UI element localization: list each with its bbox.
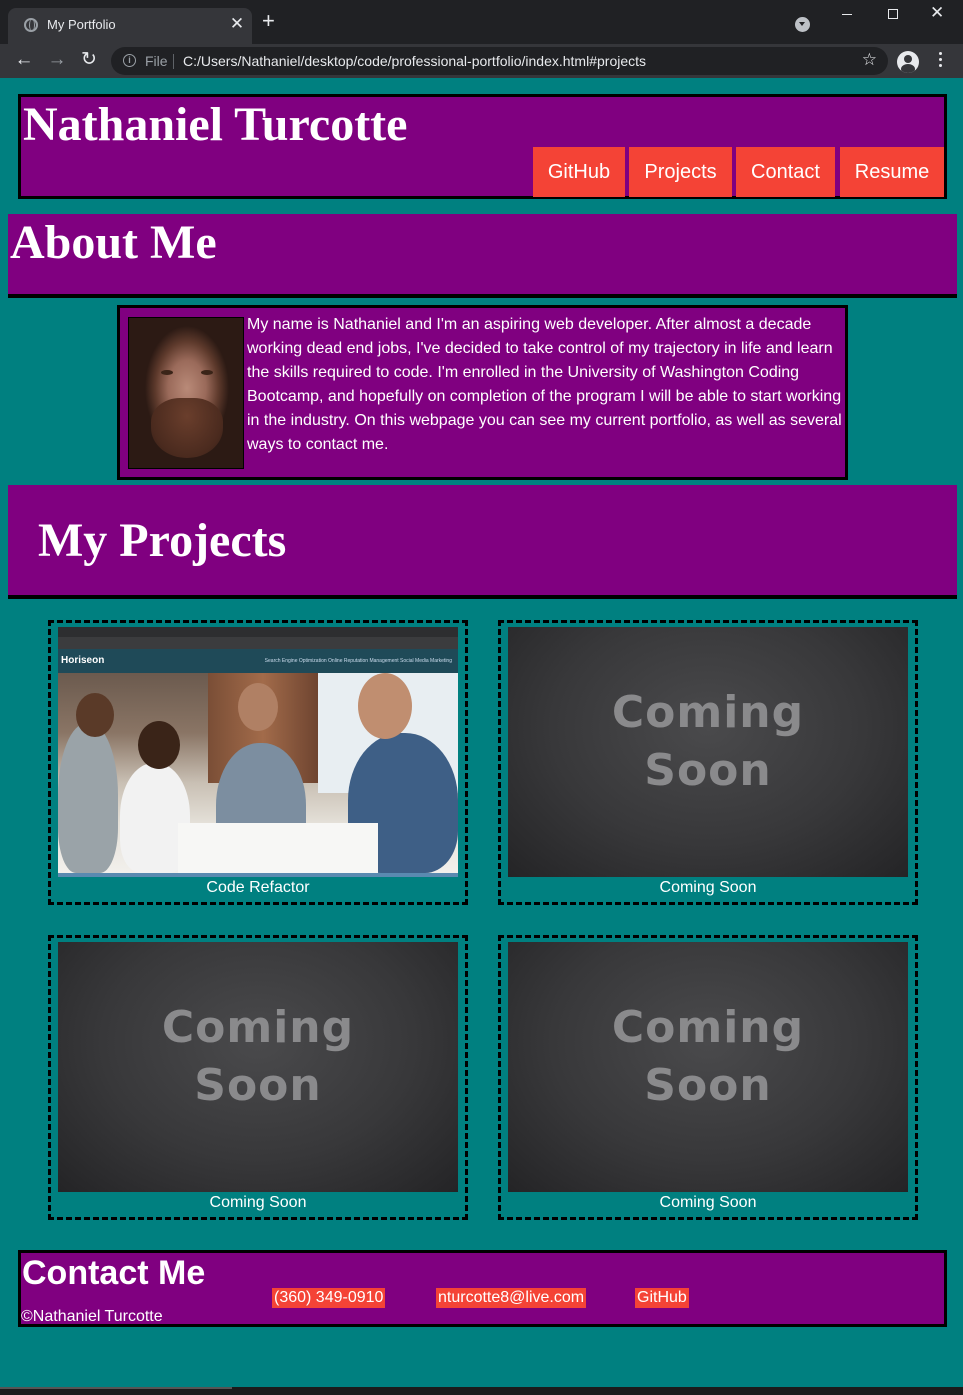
project-caption[interactable]: Code Refactor xyxy=(51,878,465,898)
about-heading: About Me xyxy=(10,216,217,269)
chalk-text: Soon xyxy=(644,745,772,796)
profile-photo xyxy=(128,317,244,469)
screenshot-detail xyxy=(178,823,378,873)
footer-github-link[interactable]: GitHub xyxy=(635,1288,689,1308)
browser-toolbar: ← → ↻ i File C:/Users/Nathaniel/desktop/… xyxy=(0,44,963,78)
project-caption[interactable]: Coming Soon xyxy=(501,1193,915,1213)
email-link[interactable]: nturcotte8@live.com xyxy=(436,1288,587,1308)
project-card[interactable]: Horiseon Search Engine Optimization Onli… xyxy=(48,620,468,905)
project-caption[interactable]: Coming Soon xyxy=(51,1193,465,1213)
about-card: My name is Nathaniel and I'm an aspiring… xyxy=(117,305,848,480)
chalk-text: Soon xyxy=(644,1060,772,1111)
screenshot-navbar: Horiseon Search Engine Optimization Onli… xyxy=(58,649,458,673)
profile-avatar-icon[interactable] xyxy=(897,51,919,73)
project-caption[interactable]: Coming Soon xyxy=(501,878,915,898)
scheme-label: File xyxy=(145,53,168,69)
url-text[interactable]: C:/Users/Nathaniel/desktop/code/professi… xyxy=(183,53,646,69)
reload-icon[interactable]: ↻ xyxy=(77,48,101,72)
project-card[interactable]: Coming Soon Coming Soon xyxy=(48,935,468,1220)
photo-detail xyxy=(161,370,173,375)
screenshot-detail xyxy=(138,721,180,769)
chalk-text: Coming xyxy=(161,1002,355,1053)
tab-close-icon[interactable]: ✕ xyxy=(227,14,247,34)
address-bar[interactable]: i File C:/Users/Nathaniel/desktop/code/p… xyxy=(111,47,888,75)
chalk-text: Coming xyxy=(611,687,805,738)
screenshot-detail xyxy=(358,673,412,739)
copyright-text: ©Nathaniel Turcotte xyxy=(21,1308,163,1325)
screenshot-detail xyxy=(58,723,118,873)
project-card[interactable]: Coming Soon Coming Soon xyxy=(498,935,918,1220)
projects-heading: My Projects xyxy=(38,514,287,567)
more-menu-icon[interactable] xyxy=(933,52,947,70)
bookmark-star-icon[interactable]: ☆ xyxy=(862,50,877,70)
globe-icon xyxy=(24,18,38,32)
screenshot-detail xyxy=(238,683,278,731)
taskbar-edge xyxy=(0,1387,963,1395)
about-text: My name is Nathaniel and I'm an aspiring… xyxy=(247,316,842,453)
chalk-text: Coming xyxy=(611,1002,805,1053)
photo-detail xyxy=(151,398,223,458)
screenshot-brand: Horiseon xyxy=(61,655,105,666)
coming-soon-image[interactable]: Coming Soon xyxy=(508,942,908,1192)
project-screenshot[interactable]: Horiseon Search Engine Optimization Onli… xyxy=(58,627,458,877)
site-footer: Contact Me ©Nathaniel Turcotte (360) 349… xyxy=(18,1250,947,1327)
photo-detail xyxy=(201,370,213,375)
tab-title: My Portfolio xyxy=(47,17,116,32)
nav-github-button[interactable]: GitHub xyxy=(533,147,625,197)
back-arrow-icon[interactable]: ← xyxy=(12,48,36,72)
browser-tab[interactable]: My Portfolio ✕ xyxy=(8,8,252,44)
new-tab-button[interactable]: + xyxy=(262,10,275,32)
screenshot-detail xyxy=(76,693,114,737)
phone-link[interactable]: (360) 349-0910 xyxy=(272,1288,386,1308)
tab-search-icon[interactable] xyxy=(795,17,810,32)
screenshot-detail xyxy=(58,627,458,637)
screenshot-hero-photo xyxy=(58,673,458,873)
screenshot-nav-links: Search Engine Optimization Online Reputa… xyxy=(264,658,452,664)
browser-tab-strip: My Portfolio ✕ + ✕ xyxy=(0,0,963,44)
info-icon[interactable]: i xyxy=(123,54,136,67)
maximize-icon[interactable] xyxy=(888,9,898,19)
page-viewport: Nathaniel Turcotte GitHub Projects Conta… xyxy=(0,78,963,1387)
address-divider xyxy=(173,54,174,69)
site-title: Nathaniel Turcotte xyxy=(23,98,408,151)
nav-contact-button[interactable]: Contact xyxy=(736,147,835,197)
contact-heading: Contact Me xyxy=(22,1254,206,1292)
window-close-icon[interactable]: ✕ xyxy=(930,3,944,23)
screenshot-detail xyxy=(58,637,458,649)
minimize-icon[interactable] xyxy=(842,14,852,15)
chalk-text: Soon xyxy=(194,1060,322,1111)
coming-soon-image[interactable]: Coming Soon xyxy=(58,942,458,1192)
site-header: Nathaniel Turcotte GitHub Projects Conta… xyxy=(18,94,947,199)
coming-soon-image[interactable]: Coming Soon xyxy=(508,627,908,877)
projects-section-header: My Projects xyxy=(8,485,957,599)
forward-arrow-icon[interactable]: → xyxy=(45,48,69,72)
screenshot-detail xyxy=(58,873,458,877)
project-card[interactable]: Coming Soon Coming Soon xyxy=(498,620,918,905)
about-section-header: About Me xyxy=(8,214,957,298)
nav-projects-button[interactable]: Projects xyxy=(629,147,732,197)
nav-resume-button[interactable]: Resume xyxy=(840,147,944,197)
